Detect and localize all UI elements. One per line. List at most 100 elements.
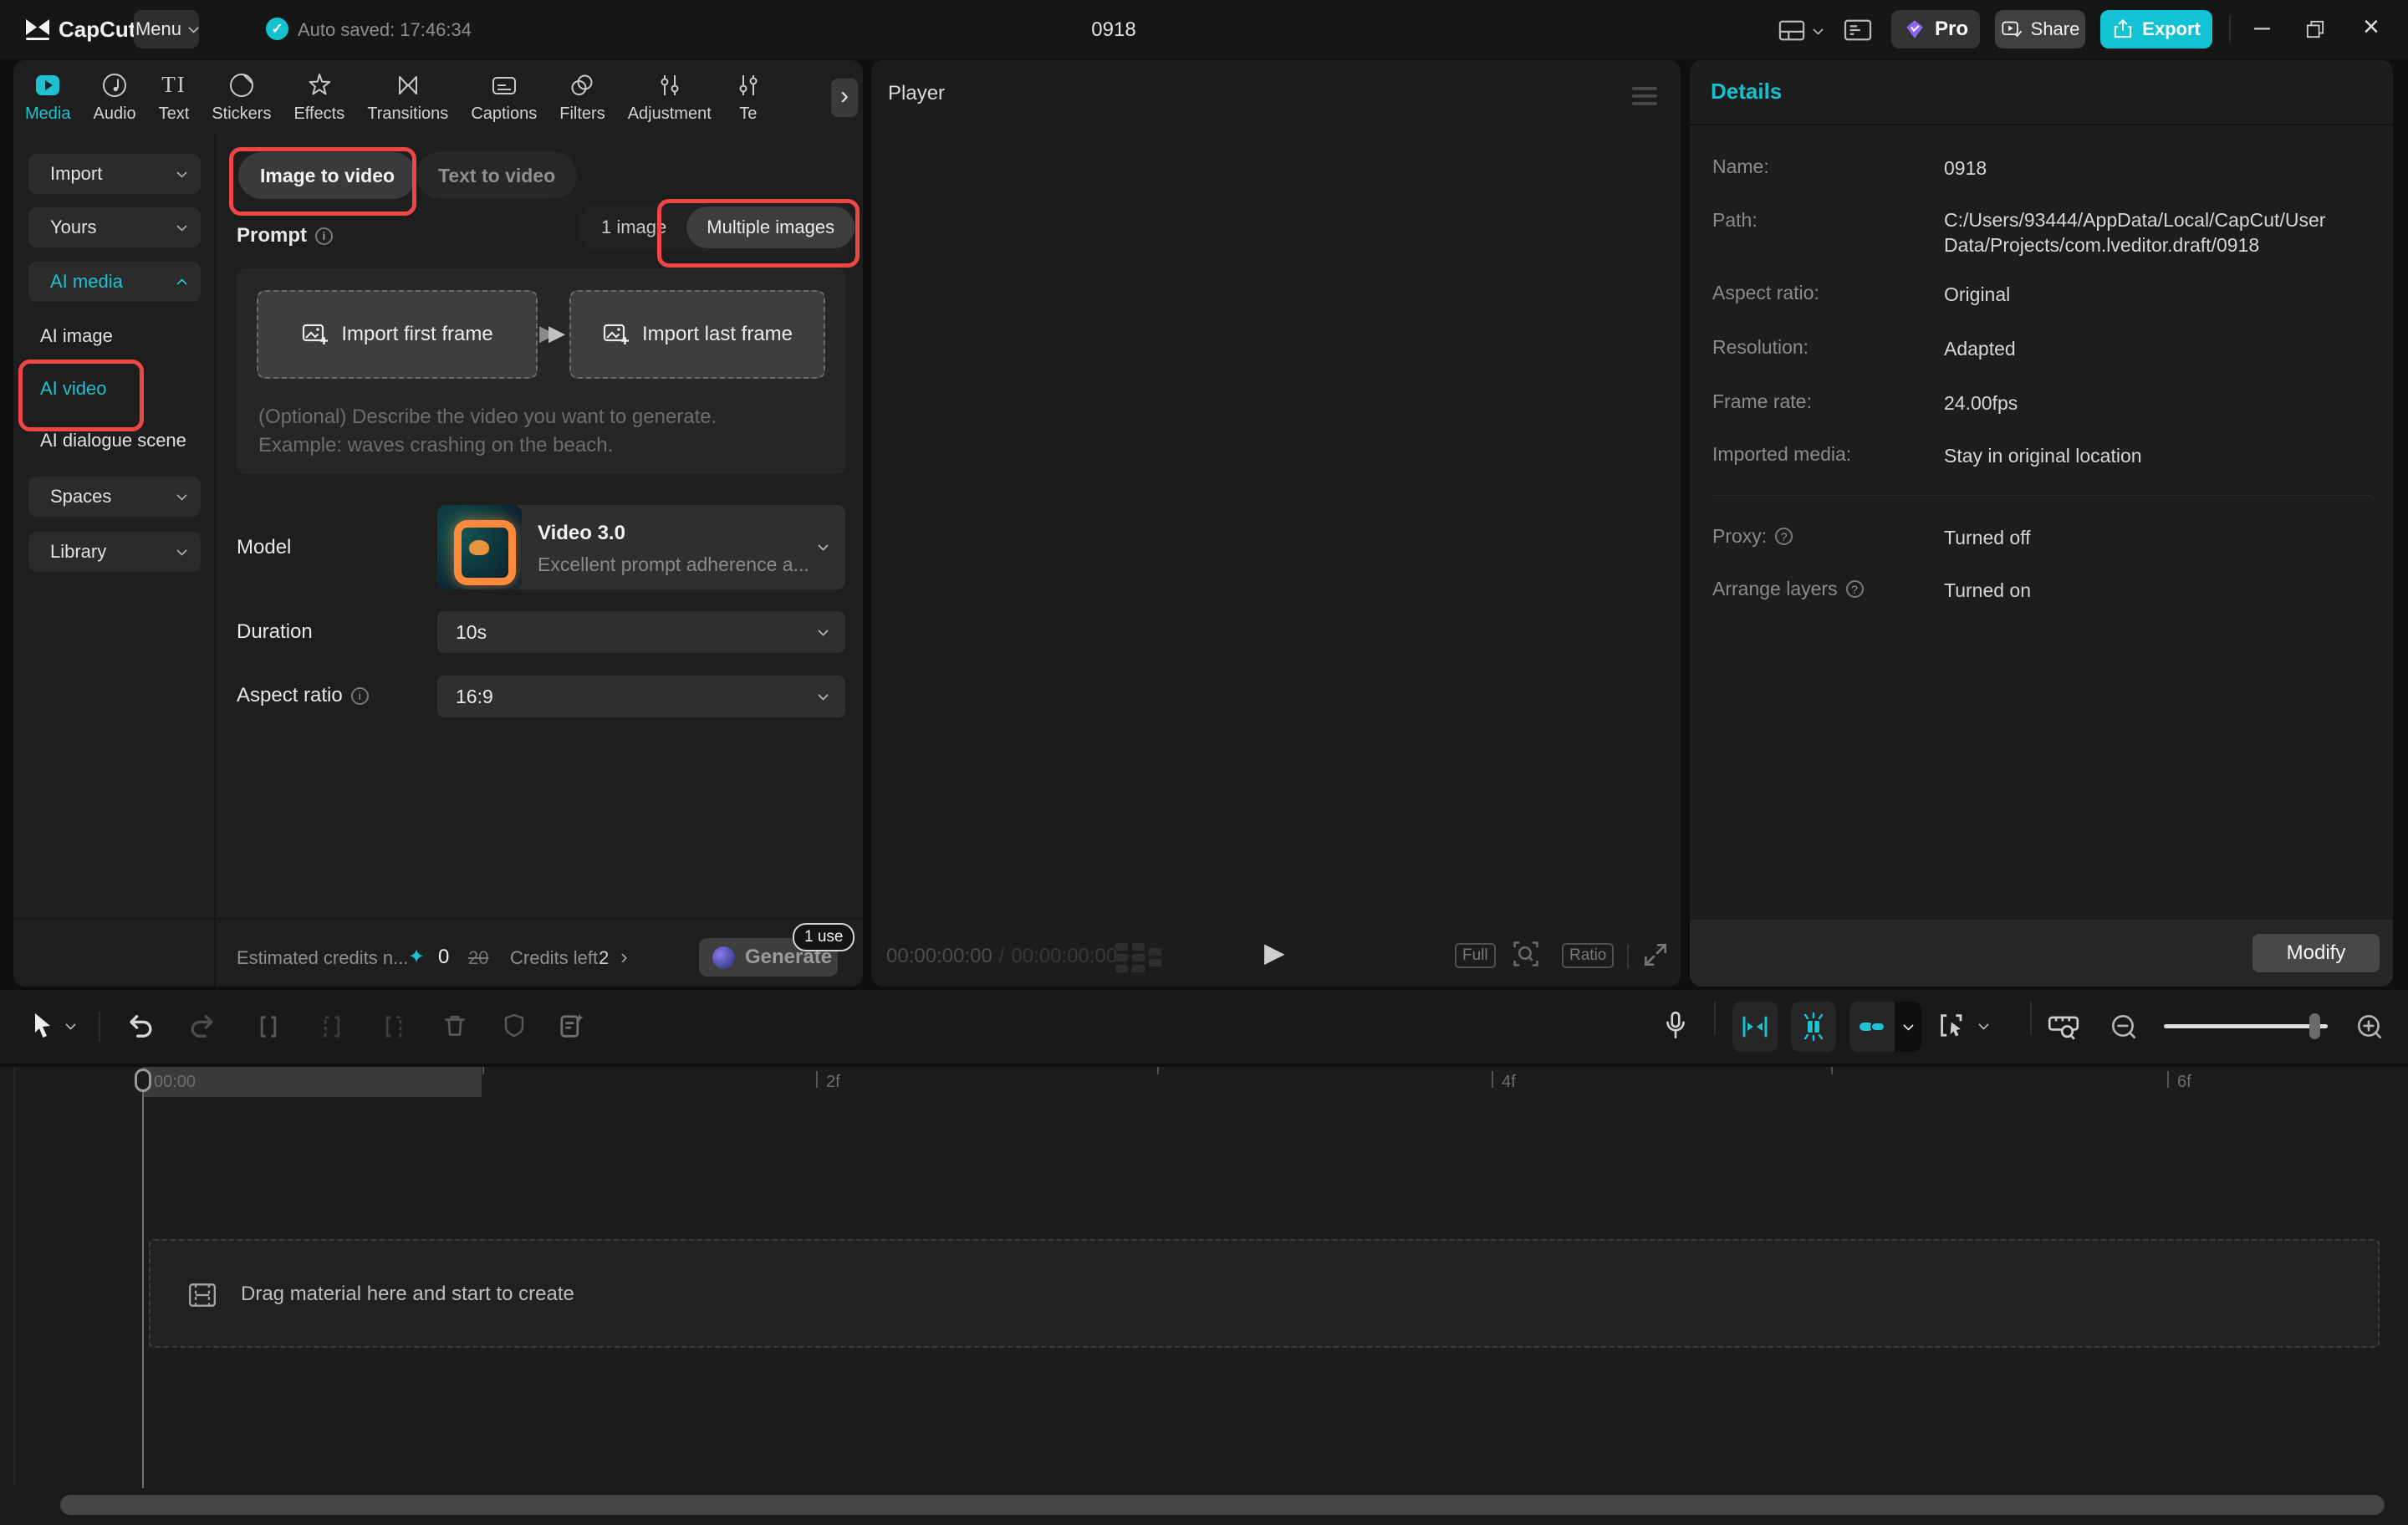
path-value: C:/Users/93444/AppData/Local/CapCut/User…: [1944, 207, 2372, 258]
track-select-chevron-icon[interactable]: [1978, 1019, 1989, 1030]
tab-media[interactable]: Media: [25, 71, 70, 124]
timeline-zoom-slider[interactable]: [2164, 1024, 2328, 1028]
share-label: Share: [2031, 18, 2080, 40]
layout-switch-icon[interactable]: [1778, 18, 1806, 43]
name-value: 0918: [1944, 156, 2372, 181]
tab-effects[interactable]: Effects: [293, 71, 344, 124]
ai-edit-icon[interactable]: [555, 1010, 587, 1042]
zoom-out-icon[interactable]: [2109, 1012, 2139, 1042]
aspect-ratio-dropdown[interactable]: 16:9: [437, 676, 845, 717]
modify-label: Modify: [2287, 941, 2346, 965]
import-first-frame-button[interactable]: Import first frame: [257, 290, 538, 379]
proxy-value: Turned off: [1944, 525, 2372, 550]
tab-text-to-video[interactable]: Text to video: [416, 152, 577, 199]
player-panel: Player 00:00:00:00 / 00:00:00:00 ▶ Full …: [871, 60, 1681, 987]
import-last-frame-button[interactable]: Import last frame: [569, 290, 825, 379]
full-preview-toggle[interactable]: Full: [1455, 943, 1496, 968]
credits-chevron-right[interactable]: ›: [620, 944, 628, 970]
track-select-icon[interactable]: [1936, 1010, 1970, 1042]
mask-icon[interactable]: [500, 1011, 528, 1041]
split-icon[interactable]: [253, 1011, 284, 1043]
sliders-icon: [734, 71, 763, 99]
ratio-toggle[interactable]: Ratio: [1562, 943, 1614, 968]
tab-image-to-video[interactable]: Image to video: [238, 152, 416, 199]
main-track-magnet-toggle[interactable]: [1732, 1002, 1778, 1052]
player-menu-icon[interactable]: [1632, 87, 1657, 105]
sidebar-item-yours[interactable]: Yours: [28, 207, 201, 247]
info-icon[interactable]: i: [351, 687, 369, 705]
adjustment-icon: [656, 71, 684, 99]
mode-1-image[interactable]: 1 image: [581, 207, 686, 248]
linkage-toggle[interactable]: [1849, 1002, 1895, 1052]
pro-label: Pro: [1935, 18, 1968, 41]
mode-multiple-images[interactable]: Multiple images: [686, 207, 855, 248]
tab-text-to-speech[interactable]: Te: [734, 71, 763, 124]
menu-button[interactable]: Menu: [134, 10, 199, 48]
frame-preview-icon[interactable]: [1115, 941, 1162, 975]
prompt-box[interactable]: Import first frame ▶▶ Import last frame …: [237, 268, 845, 474]
timeline-fit-icon[interactable]: [2045, 1010, 2082, 1042]
prompt-placeholder-line1: (Optional) Describe the video you want t…: [258, 405, 717, 429]
help-icon[interactable]: ?: [1846, 580, 1864, 598]
delete-icon[interactable]: [440, 1011, 470, 1041]
select-cursor-icon[interactable]: [32, 1012, 57, 1040]
magnifier-frame-icon[interactable]: [1510, 938, 1542, 970]
record-voiceover-icon[interactable]: [1661, 1010, 1691, 1042]
ruler-major-tick: [1492, 1071, 1493, 1088]
split-delete-right-icon[interactable]: [378, 1011, 410, 1043]
sidebar-item-import[interactable]: Import: [28, 154, 201, 194]
main-track-drop-zone[interactable]: Drag material here and start to create: [149, 1239, 2380, 1348]
play-button[interactable]: ▶: [1264, 936, 1285, 968]
redo-button[interactable]: [187, 1011, 219, 1043]
timeline-horizontal-scrollbar[interactable]: [60, 1495, 2385, 1515]
tab-captions[interactable]: Captions: [471, 71, 537, 124]
sidebar-item-spaces[interactable]: Spaces: [28, 477, 201, 517]
share-button[interactable]: Share: [1995, 10, 2085, 48]
cursor-options-chevron-icon[interactable]: [65, 1019, 76, 1030]
info-icon[interactable]: i: [315, 227, 333, 245]
close-button[interactable]: ×: [2363, 11, 2380, 43]
layout-chevron-down-icon[interactable]: [1813, 24, 1824, 35]
timeline-ruler[interactable]: 00:00 2f 4f 6f: [0, 1067, 2408, 1097]
zoom-slider-handle[interactable]: [2309, 1013, 2320, 1039]
minimize-button[interactable]: –: [2254, 11, 2270, 43]
sidebar-item-ai-video[interactable]: AI video: [40, 372, 107, 405]
tab-adjustment[interactable]: Adjustment: [628, 71, 712, 124]
credits-left-label: Credits left: [510, 947, 598, 969]
sidebar-item-library[interactable]: Library: [28, 532, 201, 572]
notes-panel-icon[interactable]: [1843, 18, 1873, 43]
export-button[interactable]: Export: [2100, 10, 2212, 48]
tab-transitions[interactable]: Transitions: [367, 71, 448, 124]
pro-button[interactable]: Pro: [1891, 10, 1980, 48]
tab-filters[interactable]: Filters: [559, 71, 605, 124]
fullscreen-icon[interactable]: [1640, 940, 1671, 970]
playhead-line: [142, 1089, 144, 1488]
help-icon[interactable]: ?: [1775, 528, 1793, 545]
tab-stickers[interactable]: Stickers: [212, 71, 271, 124]
model-name: Video 3.0: [538, 522, 625, 545]
timeline-toolbar: [0, 990, 2408, 1063]
tabbar-scroll-next-button[interactable]: ›: [831, 79, 858, 117]
linkage-options-button[interactable]: [1895, 1002, 1921, 1052]
tab-audio[interactable]: Audio: [93, 71, 135, 124]
split-delete-left-icon[interactable]: [316, 1011, 348, 1043]
timecode-separator: /: [999, 945, 1005, 968]
zoom-in-icon[interactable]: [2354, 1012, 2385, 1042]
ai-video-label: AI video: [40, 378, 107, 400]
undo-button[interactable]: [124, 1011, 156, 1043]
chevron-down-icon: [176, 221, 187, 232]
sidebar-item-ai-image[interactable]: AI image: [40, 319, 113, 353]
auto-preview-toggle[interactable]: [1791, 1002, 1836, 1052]
sidebar-item-ai-dialogue-scene[interactable]: AI dialogue scene: [40, 424, 186, 457]
model-dropdown[interactable]: Video 3.0 Excellent prompt adherence a..…: [437, 505, 845, 589]
playhead-handle[interactable]: [135, 1069, 151, 1092]
current-time: 00:00:00:00: [886, 945, 992, 968]
capcut-window: CapCut Menu ✓ Auto saved: 17:46:34 0918 …: [0, 0, 2408, 1525]
media-tabbar: Media Audio TI Text Stickers Effects Tra…: [13, 60, 863, 134]
tab-text[interactable]: TI Text: [159, 71, 190, 124]
duration-dropdown[interactable]: 10s: [437, 611, 845, 653]
uses-badge: 1 use: [793, 923, 855, 951]
modify-button[interactable]: Modify: [2252, 934, 2380, 972]
sidebar-item-ai-media[interactable]: AI media: [28, 262, 201, 302]
restore-button[interactable]: [2304, 18, 2326, 40]
